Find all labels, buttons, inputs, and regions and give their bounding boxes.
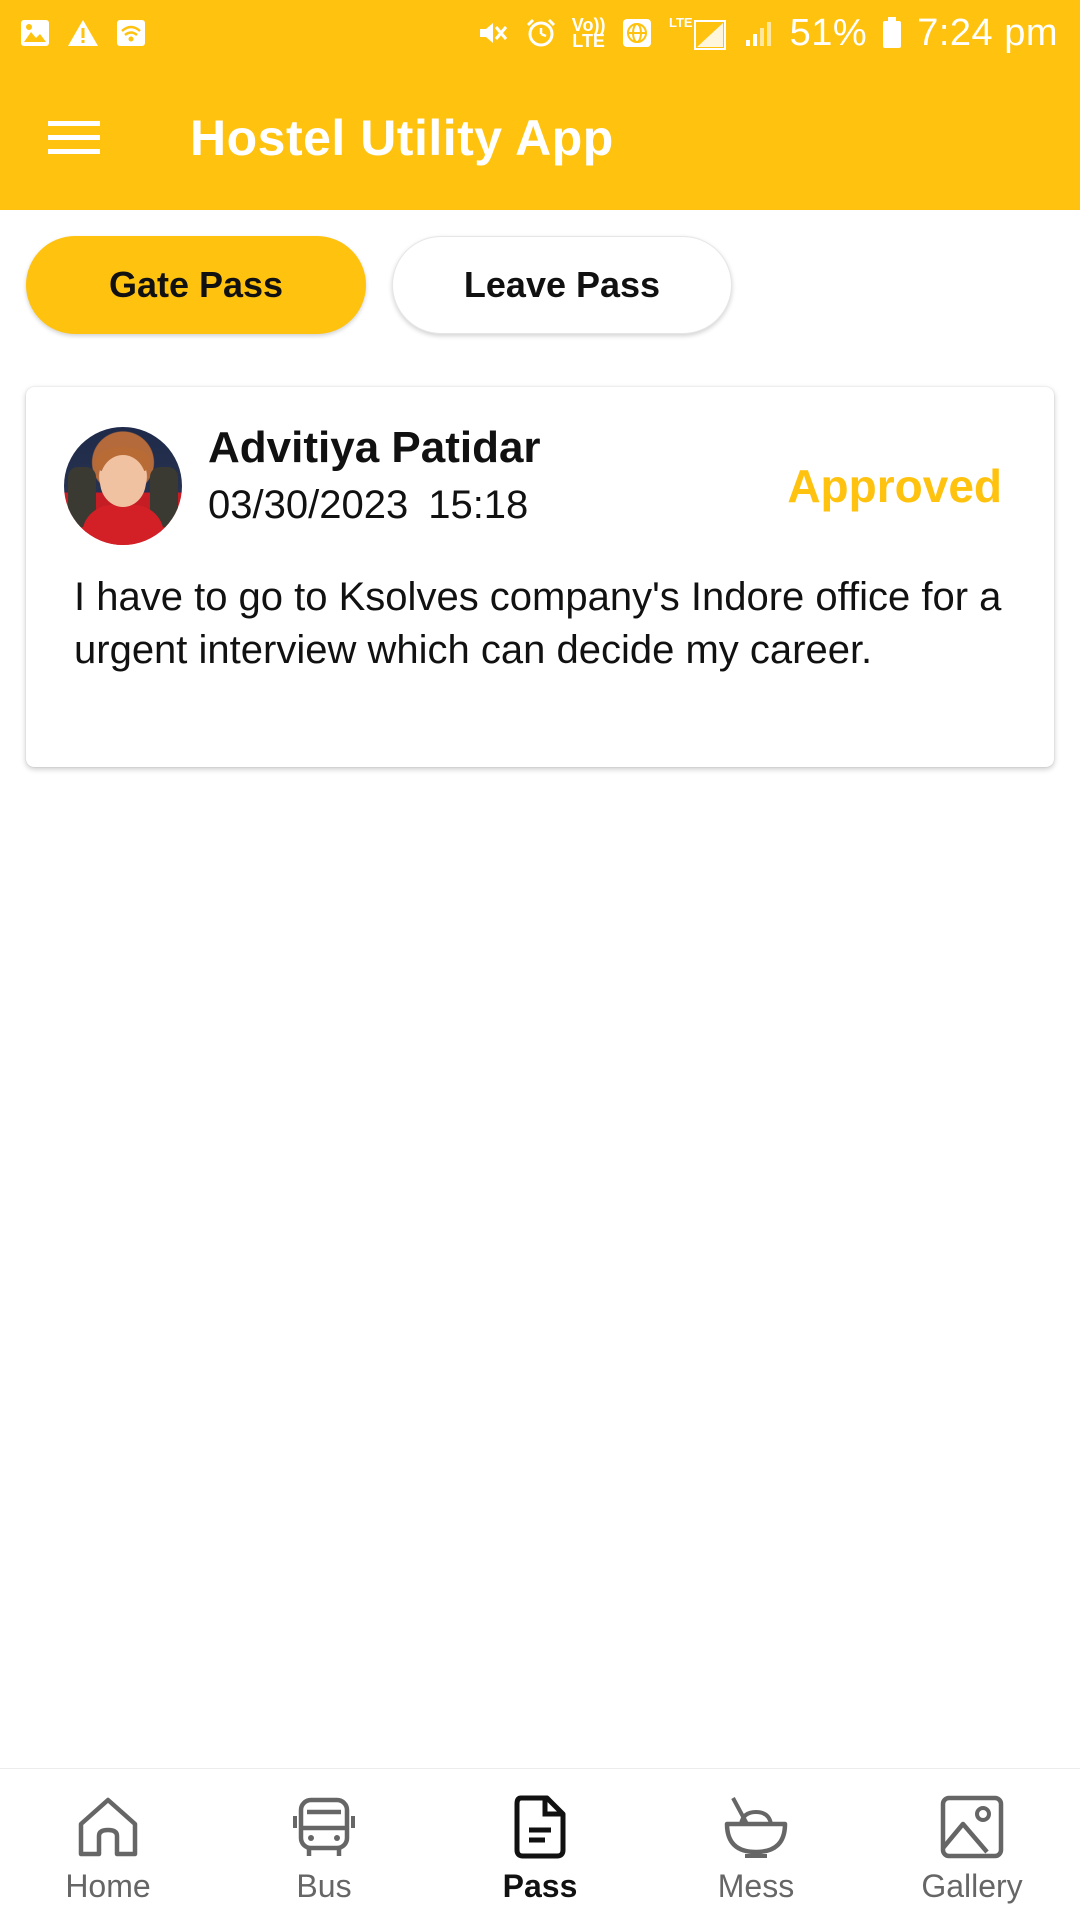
pass-time: 15:18 <box>428 483 529 527</box>
pass-datetime: 03/30/2023 15:18 <box>208 483 528 528</box>
page-title: Hostel Utility App <box>190 110 614 166</box>
status-bar: Vo)) LTE LTE 51% 7:24 pm <box>0 0 1080 66</box>
status-bar-left <box>18 16 148 50</box>
nav-pass-label: Pass <box>502 1868 578 1904</box>
pass-type-tabs: Gate Pass Leave Pass <box>26 236 732 334</box>
pass-card[interactable]: Advitiya Patidar 03/30/2023 15:18 Approv… <box>26 387 1054 767</box>
volte-icon: Vo)) LTE <box>571 15 606 51</box>
image-icon <box>18 16 52 50</box>
nav-mess[interactable]: Mess <box>648 1769 864 1920</box>
bus-icon <box>289 1792 359 1862</box>
gallery-icon <box>937 1792 1007 1862</box>
avatar <box>64 427 182 545</box>
menu-button[interactable] <box>38 102 110 174</box>
status-badge: Approved <box>787 460 1002 512</box>
battery-percent: 51% <box>789 11 868 54</box>
food-bowl-icon <box>721 1792 791 1862</box>
lte-signal-icon: LTE <box>668 15 728 50</box>
tab-leave-pass[interactable]: Leave Pass <box>392 236 732 334</box>
nav-home[interactable]: Home <box>0 1769 216 1920</box>
bottom-nav: Home Bus Pass Mess Gallery <box>0 1768 1080 1920</box>
nav-home-label: Home <box>65 1868 151 1904</box>
nav-pass[interactable]: Pass <box>432 1769 648 1920</box>
app-bar: Hostel Utility App <box>0 66 1080 210</box>
status-time: 7:24 pm <box>917 11 1058 54</box>
nav-gallery-label: Gallery <box>921 1868 1023 1904</box>
nav-bus[interactable]: Bus <box>216 1769 432 1920</box>
warning-icon <box>66 16 100 50</box>
pass-date: 03/30/2023 <box>208 483 409 527</box>
student-name: Advitiya Patidar <box>208 423 541 472</box>
battery-icon <box>881 16 903 50</box>
nav-bus-label: Bus <box>296 1868 352 1904</box>
document-icon <box>505 1792 575 1862</box>
app-root: Vo)) LTE LTE 51% 7:24 pm Hostel Utility … <box>0 0 1080 1920</box>
wifi-icon <box>114 16 148 50</box>
alarm-icon <box>524 16 558 50</box>
status-bar-right: Vo)) LTE LTE 51% 7:24 pm <box>476 12 1058 55</box>
globe-icon <box>620 16 654 50</box>
mute-icon <box>476 16 510 50</box>
nav-gallery[interactable]: Gallery <box>864 1769 1080 1920</box>
nav-mess-label: Mess <box>717 1868 795 1904</box>
svg-text:LTE: LTE <box>669 15 693 30</box>
signal-icon <box>742 16 776 50</box>
pass-reason: I have to go to Ksolves company's Indore… <box>74 575 1002 672</box>
tab-gate-pass[interactable]: Gate Pass <box>26 236 366 334</box>
hamburger-menu-icon <box>48 121 100 154</box>
home-icon <box>73 1792 143 1862</box>
